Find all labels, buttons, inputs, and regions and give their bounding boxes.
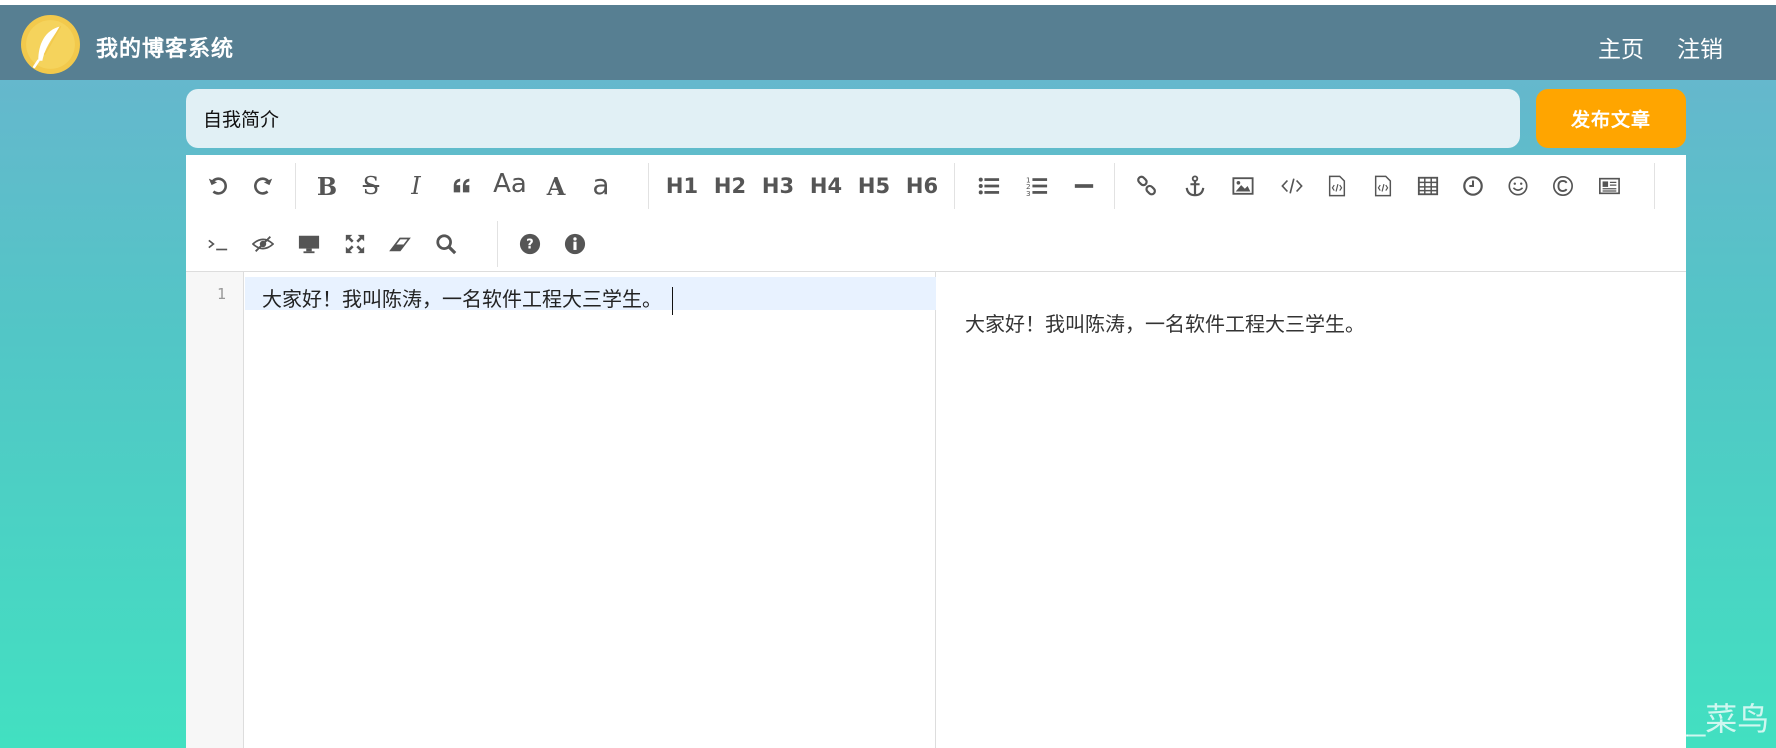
- undo-icon[interactable]: [201, 169, 235, 203]
- text-cursor: [672, 286, 673, 315]
- toolbar-separator: [648, 163, 649, 209]
- preview-icon[interactable]: [292, 227, 326, 261]
- markdown-preview: 大家好！我叫陈涛，一名软件工程大三学生。: [937, 272, 1686, 748]
- bold-icon[interactable]: B: [310, 169, 344, 203]
- italic-icon[interactable]: I: [399, 169, 433, 203]
- goto-line-icon[interactable]: [201, 227, 235, 261]
- link-icon[interactable]: [1130, 169, 1164, 203]
- publish-button[interactable]: 发布文章: [1536, 89, 1686, 148]
- preview-paragraph: 大家好！我叫陈涛，一名软件工程大三学生。: [965, 312, 1365, 336]
- toolbar-separator: [1654, 163, 1655, 209]
- h5-button[interactable]: H5: [854, 169, 894, 203]
- toolbar-separator: [954, 163, 955, 209]
- uppercase-first-icon[interactable]: A: [539, 169, 573, 203]
- info-icon[interactable]: [558, 227, 592, 261]
- table-icon[interactable]: [1411, 169, 1445, 203]
- horizontal-rule-icon[interactable]: [1067, 169, 1101, 203]
- fullscreen-icon[interactable]: [338, 227, 372, 261]
- h2-button[interactable]: H2: [710, 169, 750, 203]
- h1-button[interactable]: H1: [662, 169, 702, 203]
- feather-icon[interactable]: [20, 14, 81, 75]
- datetime-icon[interactable]: [1456, 169, 1490, 203]
- line-number: 1: [216, 285, 226, 303]
- svg-text:3: 3: [1026, 189, 1031, 197]
- lowercase-icon[interactable]: a: [584, 167, 618, 201]
- toolbar-separator: [1114, 163, 1115, 209]
- redo-icon[interactable]: [246, 169, 280, 203]
- watch-toggle-icon[interactable]: [246, 227, 280, 261]
- anchor-icon[interactable]: [1178, 169, 1212, 203]
- line-number-gutter: 1: [186, 272, 244, 748]
- h3-button[interactable]: H3: [758, 169, 798, 203]
- unordered-list-icon[interactable]: [972, 169, 1006, 203]
- h4-button[interactable]: H4: [806, 169, 846, 203]
- markdown-text[interactable]: 大家好！我叫陈涛，一名软件工程大三学生。: [262, 283, 673, 315]
- code-icon[interactable]: [1275, 169, 1309, 203]
- h6-button[interactable]: H6: [902, 169, 942, 203]
- emoji-icon[interactable]: [1501, 169, 1535, 203]
- toolbar-separator: [295, 163, 296, 209]
- nav-logout-link[interactable]: 注销: [1677, 30, 1723, 64]
- quote-icon[interactable]: [445, 169, 479, 203]
- ordered-list-icon[interactable]: 123: [1020, 169, 1054, 203]
- code-block-icon[interactable]: [1320, 169, 1354, 203]
- svg-text:?: ?: [526, 238, 533, 253]
- article-title-input[interactable]: 自我简介: [186, 89, 1520, 148]
- editor-toolbar: B S I Aa A a H1 H2 H3 H4 H5 H6 123 ?: [186, 155, 1686, 272]
- markdown-input-area[interactable]: 大家好！我叫陈涛，一名软件工程大三学生。: [245, 272, 936, 748]
- uppercase-icon[interactable]: Aa: [488, 167, 532, 201]
- search-icon[interactable]: [429, 227, 463, 261]
- clear-icon[interactable]: [383, 227, 417, 261]
- site-title: 我的博客系统: [96, 37, 235, 62]
- pagebreak-icon[interactable]: [1592, 169, 1626, 203]
- image-icon[interactable]: [1226, 169, 1260, 203]
- watermark: CSDN @Java__菜鸟: [1470, 701, 1770, 737]
- help-icon[interactable]: ?: [513, 227, 547, 261]
- preformatted-icon[interactable]: [1366, 169, 1400, 203]
- markdown-text-content: 大家好！我叫陈涛，一名软件工程大三学生。: [262, 287, 662, 311]
- navbar: 我的博客系统 主页 注销: [0, 5, 1776, 80]
- toolbar-separator: [497, 221, 498, 267]
- nav-home-link[interactable]: 主页: [1598, 30, 1644, 64]
- markdown-editor: B S I Aa A a H1 H2 H3 H4 H5 H6 123 ? 1 大…: [186, 155, 1686, 748]
- html-entities-icon[interactable]: [1546, 169, 1580, 203]
- strikethrough-icon[interactable]: S: [354, 169, 388, 203]
